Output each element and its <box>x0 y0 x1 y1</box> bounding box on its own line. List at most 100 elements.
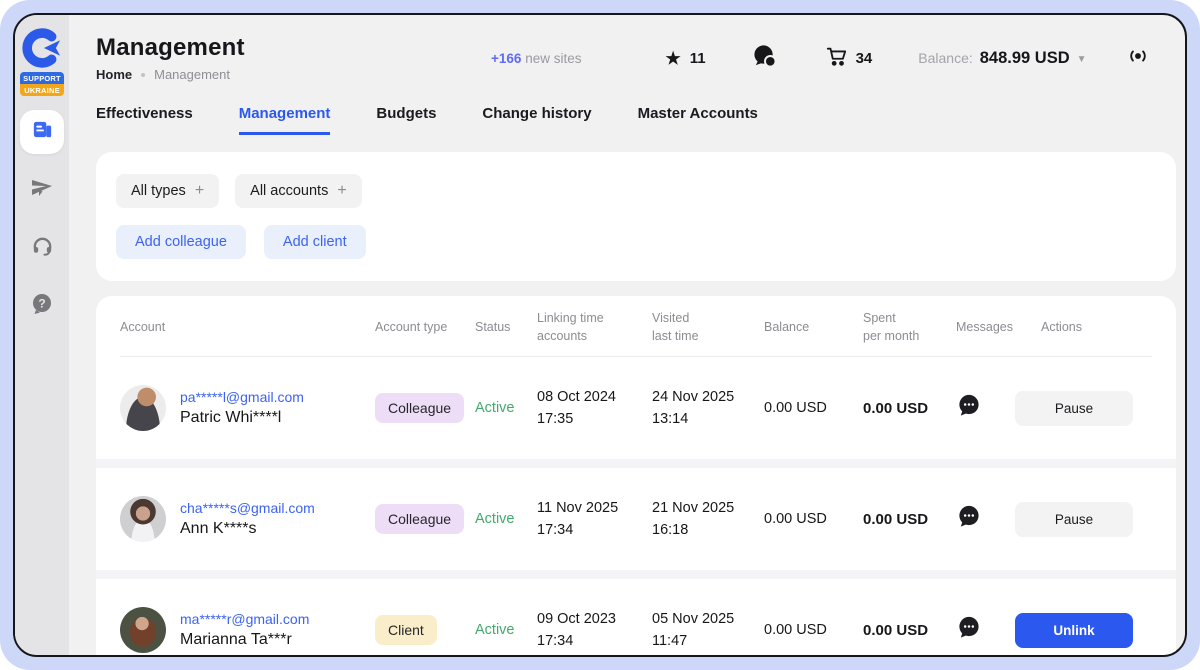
visited-time: 24 Nov 202513:14 <box>652 386 764 431</box>
cart-count: 34 <box>856 50 873 67</box>
balance-cell: 0.00 USD <box>764 511 863 527</box>
topbar: Management Home Management +166 new site… <box>96 15 1176 101</box>
spent-cell: 0.00 USD <box>863 511 956 528</box>
account-type-badge: Client <box>375 615 437 645</box>
help-bubble-icon: ? <box>30 292 54 321</box>
filter-chips: All types + All accounts + <box>116 174 1156 208</box>
paper-plane-icon <box>30 176 54 205</box>
support-ukraine-badge: SUPPORT UKRAINE <box>20 72 64 96</box>
table-row: pa*****l@gmail.com Patric Whi****l Colle… <box>120 357 1152 459</box>
status-label: Active <box>475 511 537 527</box>
status-label: Active <box>475 400 537 416</box>
sidebar: SUPPORT UKRAINE <box>15 15 69 655</box>
sidebar-item-telegram[interactable] <box>20 168 64 212</box>
visited-time: 05 Nov 202511:47 <box>652 608 764 653</box>
linking-time: 08 Oct 202417:35 <box>537 386 652 431</box>
balance[interactable]: Balance: 848.99 USD ▼ <box>918 49 1086 68</box>
pause-button[interactable]: Pause <box>1015 391 1133 426</box>
account-email[interactable]: pa*****l@gmail.com <box>180 389 304 405</box>
message-bubble-icon <box>956 615 981 645</box>
favorites-counter[interactable]: ★ 11 <box>665 50 705 67</box>
col-messages: Messages <box>956 318 1041 336</box>
row-separator <box>96 459 1176 468</box>
breadcrumb-current: Management <box>154 67 230 82</box>
sidebar-item-support[interactable] <box>20 226 64 270</box>
chats-icon <box>752 43 777 73</box>
add-client-button[interactable]: Add client <box>264 225 366 259</box>
filter-all-accounts-label: All accounts <box>250 183 328 199</box>
col-account-type: Account type <box>375 318 475 336</box>
balance-value: 848.99 USD <box>980 49 1070 68</box>
message-bubble-icon <box>956 504 981 534</box>
spent-cell: 0.00 USD <box>863 622 956 639</box>
filter-all-accounts[interactable]: All accounts + <box>235 174 362 208</box>
brand-logo-icon[interactable] <box>21 27 63 69</box>
col-spent: Spentper month <box>863 309 956 345</box>
account-email[interactable]: ma*****r@gmail.com <box>180 611 309 627</box>
tab-effectiveness[interactable]: Effectiveness <box>96 105 193 135</box>
pause-button[interactable]: Pause <box>1015 502 1133 537</box>
tab-master-accounts[interactable]: Master Accounts <box>638 105 758 135</box>
main-area: Management Home Management +166 new site… <box>69 15 1185 655</box>
account-email[interactable]: cha*****s@gmail.com <box>180 500 315 516</box>
filter-all-types[interactable]: All types + <box>116 174 219 208</box>
account-cell: ma*****r@gmail.com Marianna Ta***r <box>120 607 375 653</box>
accounts-table: Account Account type Status Linking time… <box>96 296 1176 655</box>
balance-cell: 0.00 USD <box>764 400 863 416</box>
tab-management[interactable]: Management <box>239 105 331 135</box>
user-avatar <box>120 496 166 542</box>
add-colleague-button[interactable]: Add colleague <box>116 225 246 259</box>
svg-text:?: ? <box>38 296 45 310</box>
new-sites-label: new sites <box>525 51 581 66</box>
account-type-badge: Colleague <box>375 504 464 534</box>
headphones-icon <box>31 234 54 262</box>
chats-button[interactable] <box>752 43 777 73</box>
browser-frame: SUPPORT UKRAINE <box>0 0 1200 670</box>
chevron-down-icon: ▼ <box>1077 54 1087 65</box>
breadcrumb: Home Management <box>96 67 401 82</box>
star-icon: ★ <box>665 50 680 67</box>
new-sites-count: +166 <box>491 51 521 66</box>
add-buttons: Add colleague Add client <box>116 225 1156 259</box>
spent-cell: 0.00 USD <box>863 400 956 417</box>
breadcrumb-home[interactable]: Home <box>96 67 132 82</box>
notifications-button[interactable] <box>1127 45 1149 72</box>
message-bubble-icon <box>956 393 981 423</box>
row-separator <box>96 570 1176 579</box>
filter-all-types-label: All types <box>131 183 186 199</box>
tab-bar: Effectiveness Management Budgets Change … <box>96 101 1176 135</box>
col-actions: Actions <box>1041 318 1152 336</box>
new-sites-counter[interactable]: +166 new sites <box>491 51 581 66</box>
visited-time: 21 Nov 202516:18 <box>652 497 764 542</box>
user-avatar <box>120 385 166 431</box>
table-row: cha*****s@gmail.com Ann K****s Colleague… <box>120 468 1152 570</box>
plus-icon: + <box>337 182 346 200</box>
linking-time: 11 Nov 202517:34 <box>537 497 652 542</box>
user-avatar <box>120 607 166 653</box>
unlink-button[interactable]: Unlink <box>1015 613 1133 648</box>
news-icon <box>31 118 54 146</box>
col-linking-time: Linking timeaccounts <box>537 309 652 345</box>
account-name: Marianna Ta***r <box>180 631 309 649</box>
app-window: SUPPORT UKRAINE <box>13 13 1187 657</box>
account-type-badge: Colleague <box>375 393 464 423</box>
plus-icon: + <box>195 182 204 200</box>
balance-cell: 0.00 USD <box>764 622 863 638</box>
title-block: Management Home Management <box>96 34 401 82</box>
cart-counter[interactable]: 34 <box>825 45 873 71</box>
tab-change-history[interactable]: Change history <box>482 105 591 135</box>
table-header: Account Account type Status Linking time… <box>120 296 1152 357</box>
account-cell: pa*****l@gmail.com Patric Whi****l <box>120 385 375 431</box>
col-account: Account <box>120 318 375 336</box>
favorites-count: 11 <box>690 50 706 67</box>
tab-budgets[interactable]: Budgets <box>376 105 436 135</box>
linking-time: 09 Oct 202317:34 <box>537 608 652 653</box>
support-ukraine-line1: SUPPORT <box>20 72 64 84</box>
sidebar-item-management[interactable] <box>20 110 64 154</box>
col-visited: Visitedlast time <box>652 309 764 345</box>
sidebar-item-help[interactable]: ? <box>20 284 64 328</box>
broadcast-icon <box>1127 45 1149 72</box>
col-balance: Balance <box>764 318 863 336</box>
col-status: Status <box>475 318 537 336</box>
status-label: Active <box>475 622 537 638</box>
